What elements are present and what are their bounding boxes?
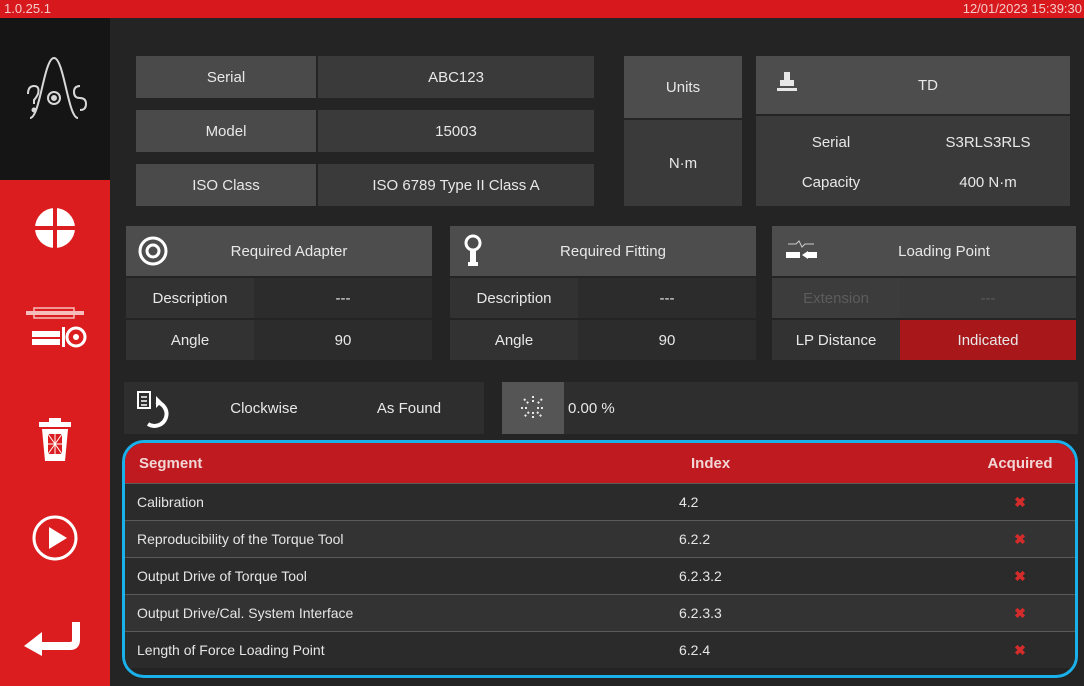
fitting-desc-value: ---	[578, 278, 756, 318]
start-button[interactable]	[0, 510, 110, 566]
sidebar	[0, 180, 110, 686]
fitting-desc-label: Description	[450, 278, 578, 318]
back-button[interactable]	[0, 610, 110, 666]
transducer-serial-value: S3RLS3RLS	[945, 133, 1031, 151]
table-row[interactable]: Output Drive of Torque Tool 6.2.3.2 ✖	[125, 557, 1075, 595]
progress-bar: 0.00 %	[502, 382, 1078, 434]
mode-label: As Found	[376, 399, 442, 417]
adapter-icon	[138, 236, 168, 270]
transducer-serial-label: Serial	[811, 133, 851, 151]
index-cell: 6.2.3.3	[649, 594, 965, 632]
logo-area	[0, 18, 110, 180]
trash-icon	[39, 418, 71, 461]
table-row[interactable]: Output Drive/Cal. System Interface 6.2.3…	[125, 594, 1075, 632]
segment-cell: Output Drive of Torque Tool	[125, 557, 649, 595]
index-cell: 4.2	[649, 483, 965, 521]
direction-bar[interactable]: Clockwise As Found	[124, 382, 484, 434]
segment-cell: Calibration	[125, 483, 649, 521]
col-segment-header: Segment	[125, 443, 649, 484]
iso-class-label: ISO Class	[136, 164, 316, 206]
fitting-angle-value: 90	[578, 320, 756, 360]
delete-button[interactable]	[0, 412, 110, 468]
table-row[interactable]: Calibration 4.2 ✖	[125, 483, 1075, 521]
segment-table-container: Segment Index Acquired Calibration 4.2 ✖…	[122, 440, 1078, 678]
transducer-icon	[776, 70, 798, 98]
table-row[interactable]: Reproducibility of the Torque Tool 6.2.2…	[125, 520, 1075, 558]
fitting-angle-label: Angle	[450, 320, 578, 360]
not-acquired-icon: ✖	[1014, 604, 1026, 621]
loading-point-header: Loading Point	[772, 226, 1076, 276]
crosshair-icon	[34, 207, 76, 249]
lp-distance-value[interactable]: Indicated	[900, 320, 1076, 360]
index-cell: 6.2.3.2	[649, 557, 965, 595]
adapter-desc-value: ---	[254, 278, 432, 318]
crosshair-button[interactable]	[0, 200, 110, 256]
index-cell: 6.2.2	[649, 520, 965, 558]
serial-label: Serial	[136, 56, 316, 98]
adapter-header: Required Adapter	[126, 226, 432, 276]
segment-cell: Output Drive/Cal. System Interface	[125, 594, 649, 632]
transducer-header: TD	[756, 56, 1070, 114]
lp-distance-label: LP Distance	[772, 320, 900, 360]
status-bar: 1.0.25.1 12/01/2023 15:39:30	[0, 0, 1084, 18]
datetime-label: 12/01/2023 15:39:30	[962, 1, 1082, 16]
spinner-icon	[521, 396, 545, 420]
transducer-name: TD	[918, 76, 938, 94]
logo-icon	[27, 56, 88, 119]
adapter-angle-value: 90	[254, 320, 432, 360]
rotate-clockwise-icon	[136, 390, 176, 433]
progress-icon-box	[502, 382, 564, 434]
adapter-title: Required Adapter	[230, 242, 348, 260]
segment-cell: Length of Force Loading Point	[125, 631, 649, 668]
col-index-header: Index	[649, 443, 965, 484]
iso-class-value: ISO 6789 Type II Class A	[318, 164, 594, 206]
serial-value: ABC123	[318, 56, 594, 98]
units-label: Units	[624, 56, 742, 118]
not-acquired-icon: ✖	[1014, 530, 1026, 547]
progress-text: 0.00 %	[568, 399, 615, 417]
direction-label: Clockwise	[230, 399, 298, 417]
index-cell: 6.2.4	[649, 631, 965, 668]
adapter-desc-label: Description	[126, 278, 254, 318]
adapter-angle-label: Angle	[126, 320, 254, 360]
col-acquired-header: Acquired	[965, 443, 1075, 484]
not-acquired-icon: ✖	[1014, 493, 1026, 510]
back-icon	[24, 622, 80, 656]
fitting-icon	[462, 234, 484, 272]
not-acquired-icon: ✖	[1014, 641, 1026, 658]
segment-table: Segment Index Acquired Calibration 4.2 ✖…	[125, 443, 1075, 668]
table-header-row: Segment Index Acquired	[125, 443, 1075, 484]
fitting-header: Required Fitting	[450, 226, 756, 276]
model-label: Model	[136, 110, 316, 152]
loading-point-icon	[784, 238, 818, 268]
transducer-capacity-label: Capacity	[801, 173, 861, 191]
units-value[interactable]: N·m	[624, 120, 742, 206]
extension-label: Extension	[772, 278, 900, 318]
model-value: 15003	[318, 110, 594, 152]
segment-cell: Reproducibility of the Torque Tool	[125, 520, 649, 558]
fitting-title: Required Fitting	[560, 242, 666, 260]
transducer-capacity-value: 400 N·m	[959, 173, 1017, 191]
extension-value: ---	[900, 278, 1076, 318]
play-icon	[32, 515, 78, 561]
version-label: 1.0.25.1	[4, 1, 51, 16]
connect-tool-button[interactable]	[0, 290, 110, 360]
connect-tool-icon	[26, 307, 87, 348]
table-row[interactable]: Length of Force Loading Point 6.2.4 ✖	[125, 631, 1075, 668]
not-acquired-icon: ✖	[1014, 567, 1026, 584]
loading-point-title: Loading Point	[898, 242, 990, 260]
